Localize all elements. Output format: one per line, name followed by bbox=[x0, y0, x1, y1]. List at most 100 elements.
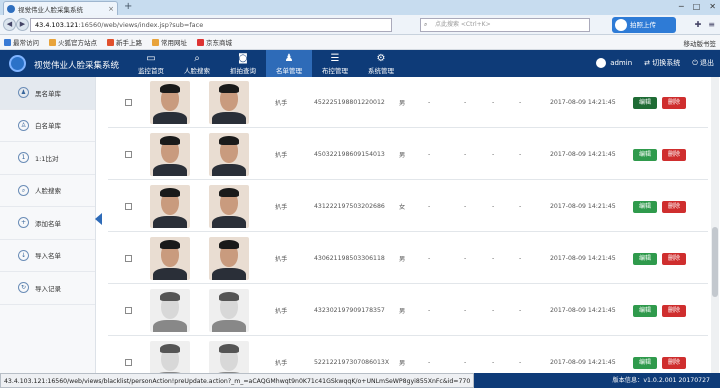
cloud-upload-button[interactable]: 拍照上传 bbox=[612, 17, 676, 33]
table-row: 扒手 431222197503202686 女 - - - - 2017-08-… bbox=[108, 181, 708, 232]
bookmark-item[interactable]: 新手上路 bbox=[107, 37, 142, 47]
cell-type: 扒手 bbox=[275, 307, 288, 315]
record-icon: ↻ bbox=[18, 282, 29, 294]
status-link-preview: 43.4.103.121:16560/web/views/blacklist/p… bbox=[0, 373, 475, 388]
sidebar-item-add-list[interactable]: + 添加名单 bbox=[0, 207, 95, 240]
capture-photo bbox=[209, 341, 249, 373]
edit-button[interactable]: 编辑 bbox=[633, 97, 657, 109]
url-input[interactable]: 43.4.103.121:16560/web/views/index.jsp?s… bbox=[30, 18, 392, 32]
puzzle-icon[interactable]: ✚ bbox=[695, 20, 702, 29]
table-row: 扒手 432302197909178357 男 - - - - 2017-08-… bbox=[108, 285, 708, 336]
sidebar-item-import-record[interactable]: ↻ 导入记录 bbox=[0, 272, 95, 305]
edit-button[interactable]: 编辑 bbox=[633, 305, 657, 317]
sidebar-item-compare[interactable]: 1 1:1比对 bbox=[0, 142, 95, 175]
sidebar-item-import-list[interactable]: ↓ 导入名单 bbox=[0, 240, 95, 272]
browser-tools: ✚ ≡ bbox=[695, 20, 715, 29]
bookmark-item[interactable]: 火狐官方站点 bbox=[49, 37, 97, 47]
cell-id: 431222197503202686 bbox=[314, 202, 385, 210]
browser-tab[interactable]: 视觉伟业人脸采集系统 × bbox=[3, 1, 118, 15]
row-checkbox[interactable] bbox=[125, 98, 132, 106]
sidebar-item-blacklist[interactable]: ♟ 黑名单库 bbox=[0, 77, 95, 110]
camera-icon: ◙ bbox=[238, 53, 248, 64]
bookmark-item[interactable]: 常用网址 bbox=[152, 37, 187, 47]
table-row: 扒手 522122197307086013X 男 - - - - 2017-08… bbox=[108, 337, 708, 373]
cell-1: - bbox=[428, 150, 431, 158]
bookmark-item[interactable]: 最常访问 bbox=[4, 37, 39, 47]
delete-button[interactable]: 删除 bbox=[662, 305, 686, 317]
status-bar: 43.4.103.121:16560/web/views/blacklist/p… bbox=[0, 373, 720, 388]
nav-system[interactable]: ⚙ 系统管理 bbox=[358, 50, 404, 77]
cell-1: - bbox=[428, 98, 431, 106]
cell-1: - bbox=[428, 358, 431, 366]
sidebar-item-whitelist[interactable]: ♙ 白名单库 bbox=[0, 110, 95, 142]
cell-2: - bbox=[464, 98, 467, 106]
reference-photo bbox=[150, 237, 190, 280]
cell-2: - bbox=[464, 254, 467, 262]
edit-button[interactable]: 编辑 bbox=[633, 201, 657, 213]
search-icon: ⌕ bbox=[424, 21, 428, 28]
table-row: 扒手 452225198801220012 男 - - - - 2017-08-… bbox=[108, 77, 708, 128]
edit-button[interactable]: 编辑 bbox=[633, 253, 657, 265]
edit-button[interactable]: 编辑 bbox=[633, 149, 657, 161]
nav-surveillance[interactable]: ☰ 布控管理 bbox=[312, 50, 358, 77]
nav-capture[interactable]: ◙ 抓拍查询 bbox=[220, 50, 266, 77]
maximize-icon[interactable]: □ bbox=[693, 2, 701, 11]
cell-4: - bbox=[519, 306, 522, 314]
row-checkbox[interactable] bbox=[125, 306, 132, 314]
import-icon: ↓ bbox=[18, 249, 29, 261]
cell-4: - bbox=[519, 202, 522, 210]
bookmark-icon bbox=[4, 38, 11, 46]
row-checkbox[interactable] bbox=[125, 202, 132, 210]
cell-type: 扒手 bbox=[275, 99, 288, 107]
mobile-bookmarks[interactable]: 移动版书签 bbox=[684, 38, 717, 48]
edit-button[interactable]: 编辑 bbox=[633, 357, 657, 369]
cell-type: 扒手 bbox=[275, 359, 288, 367]
app-name: 视觉伟业人脸采集系统 bbox=[34, 61, 120, 71]
back-icon[interactable]: ◀ bbox=[3, 18, 16, 31]
reference-photo bbox=[150, 133, 190, 176]
menu-icon[interactable]: ≡ bbox=[708, 20, 715, 29]
close-window-icon[interactable]: ✕ bbox=[709, 2, 716, 11]
delete-button[interactable]: 删除 bbox=[662, 97, 686, 109]
add-user-icon: + bbox=[18, 217, 29, 229]
logout-button[interactable]: ⏻ 退出 bbox=[692, 58, 714, 68]
browser-search-input[interactable]: ⌕ 点此搜索 <Ctrl+K> bbox=[420, 18, 590, 32]
delete-button[interactable]: 删除 bbox=[662, 253, 686, 265]
compare-icon: 1 bbox=[18, 152, 29, 164]
reference-photo bbox=[150, 81, 190, 124]
cell-4: - bbox=[519, 358, 522, 366]
cell-time: 2017-08-09 14:21:45 bbox=[550, 254, 616, 262]
search-placeholder: 点此搜索 <Ctrl+K> bbox=[435, 21, 491, 28]
browser-tab-bar: 视觉伟业人脸采集系统 × + ─ □ ✕ bbox=[0, 0, 720, 15]
forward-icon[interactable]: ▶ bbox=[16, 18, 29, 31]
minimize-icon[interactable]: ─ bbox=[679, 2, 684, 11]
nav-monitor[interactable]: ▭ 监控首页 bbox=[128, 50, 174, 77]
site-favicon-icon bbox=[7, 4, 15, 13]
cell-time: 2017-08-09 14:21:45 bbox=[550, 358, 616, 366]
bookmark-item[interactable]: 京东商城 bbox=[197, 37, 232, 47]
switch-system-button[interactable]: ⇄ 切换系统 bbox=[644, 58, 680, 68]
scrollbar-thumb[interactable] bbox=[712, 227, 718, 297]
sidebar-item-face-search[interactable]: ⌕ 人脸搜索 bbox=[0, 175, 95, 207]
tab-close-icon[interactable]: × bbox=[108, 5, 114, 13]
cell-4: - bbox=[519, 150, 522, 158]
row-checkbox[interactable] bbox=[125, 150, 132, 158]
row-checkbox[interactable] bbox=[125, 254, 132, 262]
nav-face-search[interactable]: ⌕ 人脸搜索 bbox=[174, 50, 220, 77]
jd-icon bbox=[197, 38, 204, 46]
delete-button[interactable]: 删除 bbox=[662, 357, 686, 369]
sidebar-collapse-arrow-icon[interactable] bbox=[95, 213, 102, 225]
delete-button[interactable]: 删除 bbox=[662, 201, 686, 213]
row-checkbox[interactable] bbox=[125, 358, 132, 366]
delete-button[interactable]: 删除 bbox=[662, 149, 686, 161]
user-menu[interactable]: admin bbox=[596, 58, 632, 68]
cell-id: 522122197307086013X bbox=[314, 358, 390, 366]
cell-2: - bbox=[464, 306, 467, 314]
bookmarks-bar: 最常访问 火狐官方站点 新手上路 常用网址 京东商城 移动版书签 bbox=[0, 35, 720, 50]
cloud-icon bbox=[615, 19, 627, 31]
person-table: 扒手 452225198801220012 男 - - - - 2017-08-… bbox=[108, 77, 708, 373]
new-tab-button[interactable]: + bbox=[124, 1, 132, 12]
capture-photo bbox=[209, 133, 249, 176]
table-scrollbar[interactable] bbox=[711, 77, 719, 373]
nav-list-management[interactable]: ♟ 名单管理 bbox=[266, 50, 312, 77]
